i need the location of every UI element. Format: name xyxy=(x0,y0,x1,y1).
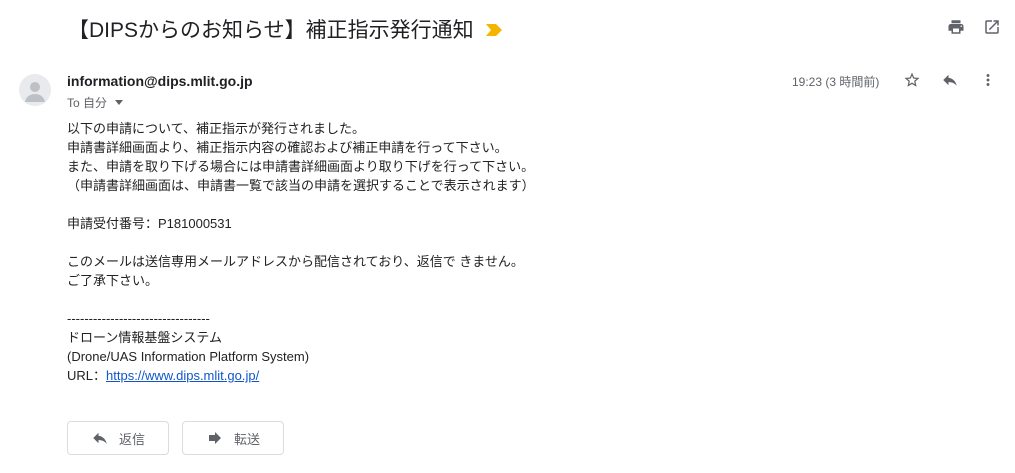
reply-forward-bar: 返信 転送 xyxy=(67,421,284,455)
top-toolbar xyxy=(947,18,1001,36)
avatar[interactable] xyxy=(19,74,51,106)
body-line: 申請書詳細画面より、補正指示内容の確認および補正申請を行って下さい。 xyxy=(67,140,508,155)
url-label: URL： xyxy=(67,368,107,383)
sender-address[interactable]: information@dips.mlit.go.jp xyxy=(67,73,253,89)
email-view: 【DIPSからのお知らせ】補正指示発行通知 information@dips.m… xyxy=(0,0,1015,473)
open-in-new-window-icon[interactable] xyxy=(983,18,1001,36)
reply-label: 返信 xyxy=(118,431,145,447)
print-icon[interactable] xyxy=(947,18,965,36)
dips-link[interactable]: https://www.dips.mlit.go.jp/ xyxy=(106,368,259,383)
body-line: 以下の申請について、補正指示が発行されました。 xyxy=(67,121,365,136)
message-actions xyxy=(903,71,997,89)
more-vert-icon[interactable] xyxy=(979,71,997,89)
reply-button[interactable]: 返信 xyxy=(67,421,169,455)
reply-icon xyxy=(91,429,109,447)
message-body: 以下の申請について、補正指示が発行されました。 申請書詳細画面より、補正指示内容… xyxy=(67,119,535,385)
body-line: （申請書詳細画面は、申請書一覧で該当の申請を選択することで表示されます） xyxy=(67,178,535,193)
forward-icon xyxy=(206,429,224,447)
star-icon[interactable] xyxy=(903,71,921,89)
body-line: また、申請を取り下げる場合には申請書詳細画面より取り下げを行って下さい。 xyxy=(67,159,535,174)
subject-title: 【DIPSからのお知らせ】補正指示発行通知 xyxy=(68,19,474,42)
body-line: ご了承下さい。 xyxy=(67,273,159,288)
body-line: このメールは送信専用メールアドレスから配信されており、返信で きません。 xyxy=(67,254,524,269)
forward-label: 転送 xyxy=(233,431,260,447)
recipient-label: To 自分 xyxy=(67,96,108,110)
important-marker-icon[interactable] xyxy=(485,23,502,36)
reply-icon[interactable] xyxy=(941,71,959,89)
forward-button[interactable]: 転送 xyxy=(182,421,284,455)
signature-url-line: URL：https://www.dips.mlit.go.jp/ xyxy=(67,366,535,385)
recipient-line: To 自分 xyxy=(67,94,124,111)
signature-divider: --------------------------------- xyxy=(67,311,210,326)
receipt-number: 申請受付番号：P181000531 xyxy=(67,216,232,231)
signature-system-name: ドローン情報基盤システム xyxy=(67,330,222,345)
message-timestamp: 19:23 (3 時間前) xyxy=(792,75,880,89)
chevron-down-icon[interactable] xyxy=(115,100,124,105)
signature-system-name-en: (Drone/UAS Information Platform System) xyxy=(67,349,310,364)
email-subject: 【DIPSからのお知らせ】補正指示発行通知 xyxy=(68,14,502,44)
